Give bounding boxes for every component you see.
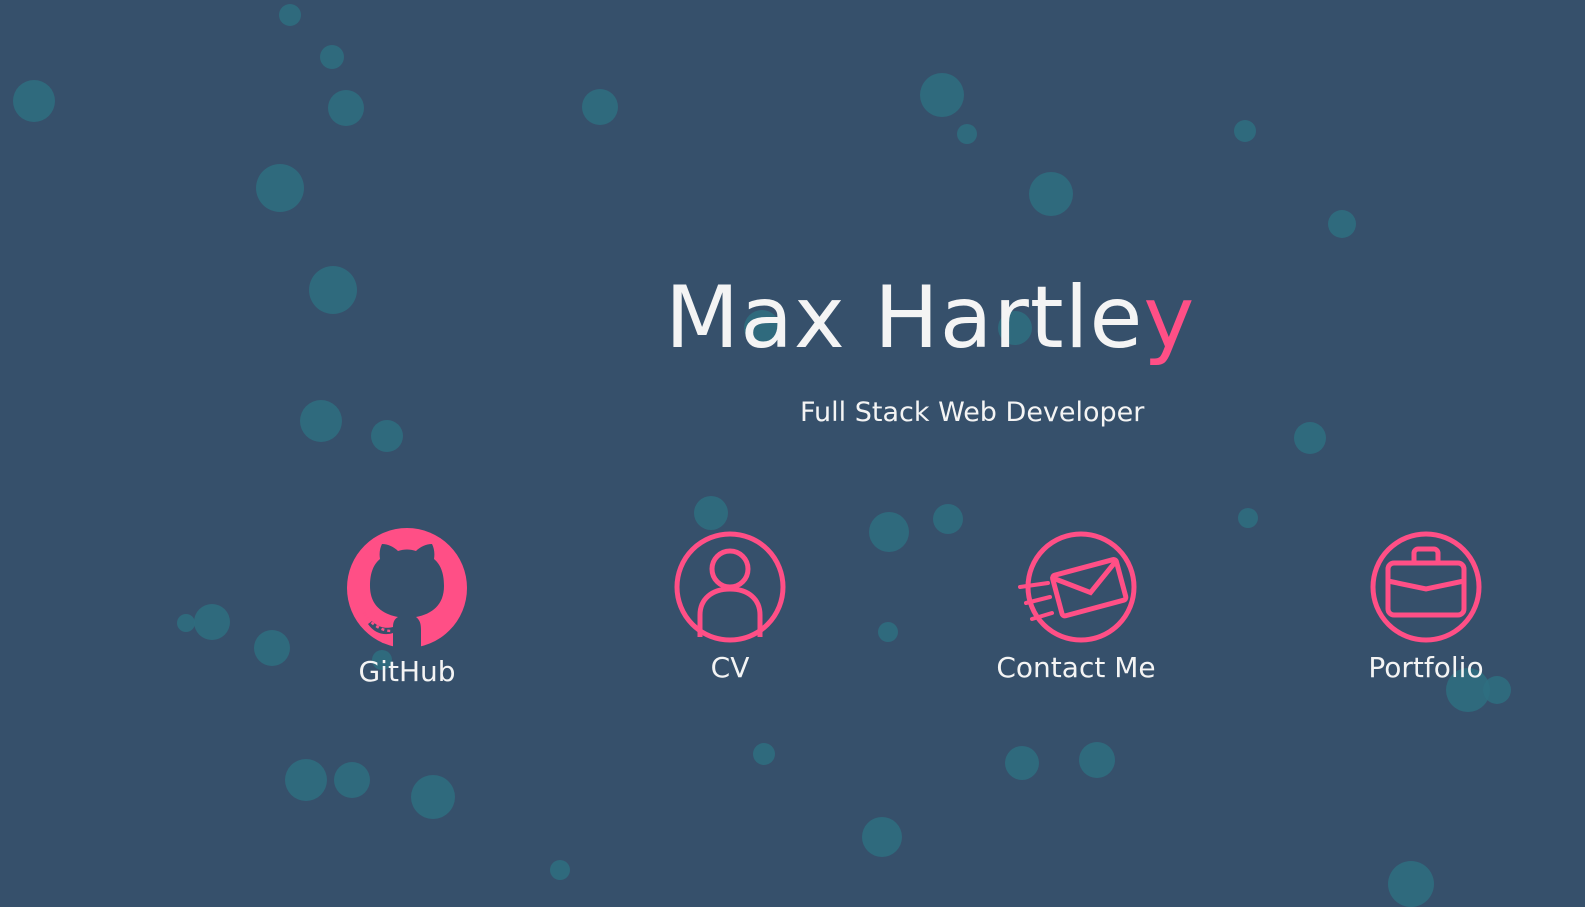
bubble [1234, 120, 1256, 142]
bubble [878, 622, 898, 642]
hero-name-accent: y [1143, 268, 1196, 368]
github-icon [347, 528, 467, 649]
bubble [957, 124, 977, 144]
bubble [334, 762, 370, 798]
bubble [1029, 172, 1073, 216]
bubble [550, 860, 570, 880]
bubble-background [13, 4, 1511, 907]
bubble [1328, 210, 1356, 238]
bubble [194, 604, 230, 640]
bubble [869, 512, 909, 552]
bubble [1294, 422, 1326, 454]
bubble [862, 817, 902, 857]
cv-link[interactable]: CV [610, 529, 850, 685]
bubble [320, 45, 344, 69]
envelope-icon [1018, 531, 1137, 643]
hero-name-main: Max Hartle [665, 268, 1144, 368]
bubble [256, 164, 304, 212]
cv-label: CV [710, 651, 750, 684]
hero: Max Hartley [665, 268, 1194, 368]
bubble [753, 743, 775, 765]
contact-label: Contact Me [996, 651, 1156, 684]
bubble [285, 759, 327, 801]
github-label: GitHub [358, 655, 456, 688]
bubble [177, 614, 195, 632]
contact-link[interactable]: Contact Me [956, 529, 1196, 685]
bubble [300, 400, 342, 442]
bubble [582, 89, 618, 125]
bubble [279, 4, 301, 26]
github-link[interactable]: GitHub [287, 527, 527, 689]
bubble [13, 80, 55, 122]
bubble [1005, 746, 1039, 780]
portfolio-label: Portfolio [1368, 651, 1484, 684]
bubble [309, 266, 357, 314]
bubble [1079, 742, 1115, 778]
bubble [254, 630, 290, 666]
bubble [920, 73, 964, 117]
hero-name: Max Hartley [665, 268, 1194, 368]
bubble [694, 496, 728, 530]
portfolio-link[interactable]: Portfolio [1306, 529, 1546, 685]
bubble [328, 90, 364, 126]
hero-subtitle: Full Stack Web Developer [800, 397, 1145, 428]
briefcase-icon [1370, 531, 1482, 643]
person-icon [674, 531, 786, 643]
bubble [1238, 508, 1258, 528]
bubble [1388, 861, 1434, 907]
bubble [411, 775, 455, 819]
bubble [371, 420, 403, 452]
